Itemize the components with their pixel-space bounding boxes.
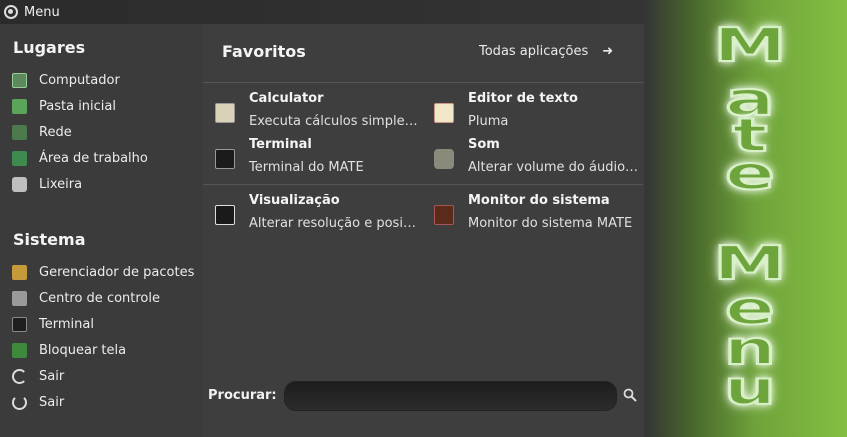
favorite-app-calculator[interactable]: Calculator Executa cálculos simple… [215, 91, 430, 135]
places-item-desktop[interactable]: Área de trabalho [12, 148, 148, 168]
system-item-logout[interactable]: Sair [12, 366, 64, 386]
home-folder-icon [12, 98, 27, 114]
system-item-label: Terminal [39, 316, 94, 332]
favorite-app-system-monitor[interactable]: Monitor do sistema Monitor do sistema MA… [434, 193, 649, 237]
system-title: Sistema [13, 230, 86, 249]
places-item-label: Área de trabalho [39, 150, 148, 166]
app-description: Terminal do MATE [249, 160, 364, 175]
system-item-lock-screen[interactable]: Bloquear tela [12, 340, 126, 360]
calculator-icon [215, 103, 235, 123]
search-input[interactable] [284, 381, 617, 411]
app-name: Monitor do sistema [468, 193, 610, 208]
app-description: Alterar volume do áudio… [468, 160, 639, 175]
trash-icon [12, 176, 27, 192]
system-item-label: Centro de controle [39, 290, 160, 306]
logout-icon [12, 368, 27, 384]
places-item-home[interactable]: Pasta inicial [12, 96, 116, 116]
separator [203, 184, 643, 185]
search-icon[interactable] [623, 388, 637, 402]
package-manager-icon [12, 264, 27, 280]
system-item-label: Sair [39, 368, 65, 384]
system-item-label: Bloquear tela [39, 342, 127, 358]
app-description: Monitor do sistema MATE [468, 216, 633, 231]
wallpaper: M a t e M e n u [645, 0, 847, 437]
wallpaper-letter: M [712, 236, 788, 290]
app-name: Visualização [249, 193, 340, 208]
places-item-label: Pasta inicial [39, 98, 116, 114]
places-item-network[interactable]: Rede [12, 122, 72, 142]
desktop-icon [12, 150, 27, 166]
system-item-label: Sair [39, 394, 65, 410]
favorite-app-sound[interactable]: Som Alterar volume do áudio… [434, 137, 649, 181]
app-name: Som [468, 137, 500, 152]
menu-label: Menu [24, 4, 60, 20]
system-item-package-manager[interactable]: Gerenciador de pacotes [12, 262, 194, 282]
app-description: Executa cálculos simple… [249, 114, 418, 129]
places-title: Lugares [13, 38, 86, 57]
system-item-quit[interactable]: Sair [12, 392, 64, 412]
text-editor-icon [434, 103, 454, 123]
places-item-label: Lixeira [39, 176, 83, 192]
places-item-computer[interactable]: Computador [12, 70, 120, 90]
system-item-control-center[interactable]: Centro de controle [12, 288, 160, 308]
sound-icon [434, 149, 454, 169]
terminal-icon [12, 316, 27, 332]
wallpaper-letter: M [712, 18, 788, 72]
mate-logo-icon [4, 5, 18, 19]
all-applications-label: Todas aplicações [479, 44, 589, 59]
places-item-label: Computador [39, 72, 120, 88]
places-system-pane: Lugares Computador Pasta inicial Rede Ár… [0, 24, 200, 437]
lock-screen-icon [12, 342, 27, 358]
favorite-app-display[interactable]: Visualização Alterar resolução e posi… [215, 193, 430, 237]
separator [203, 82, 643, 83]
app-description: Pluma [468, 114, 509, 129]
arrow-right-icon: ➜ [602, 44, 614, 59]
app-name: Calculator [249, 91, 324, 106]
app-description: Alterar resolução e posi… [249, 216, 416, 231]
computer-icon [12, 72, 27, 88]
places-item-label: Rede [39, 124, 72, 140]
app-name: Editor de texto [468, 91, 578, 106]
wallpaper-letter: e [723, 146, 776, 200]
system-monitor-icon [434, 205, 454, 225]
power-icon [12, 394, 27, 410]
menu-button[interactable]: Menu [4, 5, 60, 20]
app-name: Terminal [249, 137, 312, 152]
favorite-app-text-editor[interactable]: Editor de texto Pluma [434, 91, 649, 135]
favorites-pane: Favoritos Todas aplicações ➜ Calculator … [203, 24, 643, 437]
wallpaper-letter: u [722, 361, 778, 415]
all-applications-button[interactable]: Todas aplicações ➜ [479, 44, 613, 59]
terminal-icon [215, 149, 235, 169]
places-item-trash[interactable]: Lixeira [12, 174, 82, 194]
control-center-icon [12, 290, 27, 306]
favorites-title: Favoritos [222, 42, 306, 61]
system-item-label: Gerenciador de pacotes [39, 264, 195, 280]
system-item-terminal[interactable]: Terminal [12, 314, 94, 334]
network-icon [12, 124, 27, 140]
search-label: Procurar: [208, 388, 277, 403]
mate-menu: Lugares Computador Pasta inicial Rede Ár… [0, 24, 645, 437]
display-icon [215, 205, 235, 225]
favorite-app-terminal[interactable]: Terminal Terminal do MATE [215, 137, 430, 181]
